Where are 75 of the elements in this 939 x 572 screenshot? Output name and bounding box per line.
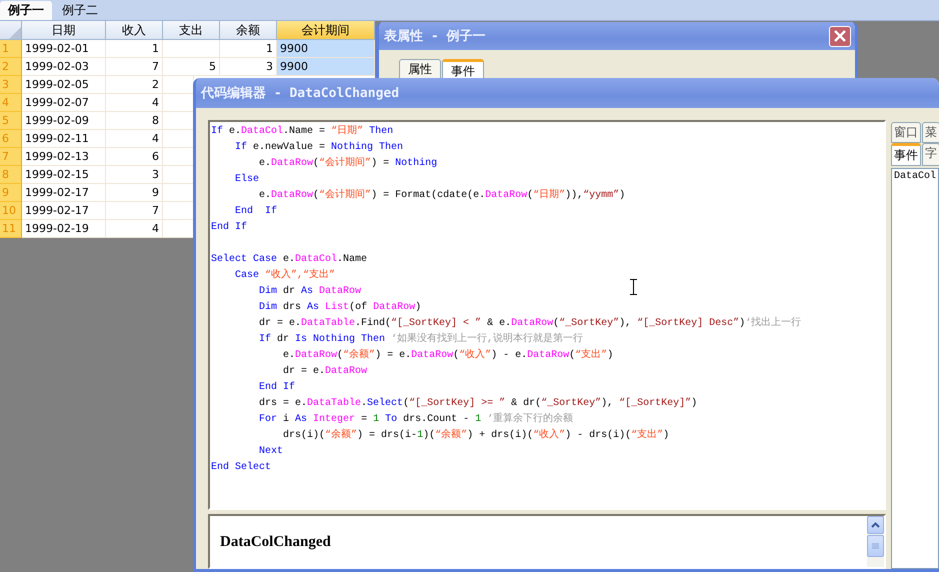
window-title: 代码编辑器 - DataColChanged <box>201 84 400 102</box>
event-list-item[interactable]: DataCol <box>894 171 938 182</box>
close-button[interactable] <box>829 26 851 46</box>
code-line: For i As Integer = 1 To drs.Count - 1 ‘重算余下行的余额 <box>258 412 574 427</box>
column-header[interactable]: 余额 <box>220 21 277 40</box>
table-cell: 1999-02-13 <box>22 148 106 166</box>
code-line: If dr Is Nothing Then ‘如果没有找到上一行,说明本行就是第一行 <box>258 332 584 347</box>
code-line: drs = e.DataTable.Select(“[_SortKey] >= ” & dr(“_SortKey”), “[_SortKey]”) <box>258 396 698 411</box>
sheet-tab[interactable]: 例子二 <box>54 1 106 20</box>
code-line: End If <box>258 380 296 395</box>
code-line: e.DataRow(“余额”) = e.DataRow(“收入”) - e.DataRow(“支出”) <box>282 348 614 363</box>
table-cell: 3 <box>106 166 163 184</box>
side-tab[interactable]: 窗口 <box>891 122 921 143</box>
code-line: If e.newValue = Nothing Then <box>234 140 404 155</box>
table-cell: 4 <box>106 220 163 238</box>
table-cell: 2 <box>106 76 163 94</box>
table-cell: 5 <box>163 58 220 76</box>
code-line: e.DataRow(“会计期间”) = Format(cdate(e.DataRow(“日期”)),“yymm”) <box>258 188 626 203</box>
code-line: dr = e.DataTable.Find(“[_SortKey] < ” & e.DataRow(“_SortKey”), “[_SortKey] Desc”)‘找出上一行 <box>258 316 802 331</box>
property-tab[interactable]: 属性 <box>399 59 441 79</box>
table-cell: 4 <box>106 94 163 112</box>
table-cell: 7 <box>106 58 163 76</box>
scroll-thumb[interactable] <box>867 535 884 557</box>
scroll-up-button[interactable] <box>867 516 884 534</box>
code-line: Dim dr As DataRow <box>258 284 362 299</box>
code-line: Else <box>234 172 260 187</box>
table-cell: 9 <box>106 184 163 202</box>
code-line: End If <box>234 204 278 219</box>
table-cell: 4 <box>106 130 163 148</box>
sheet-tab[interactable]: 例子一 <box>0 1 52 20</box>
window-title: 表属性 - 例子一 <box>384 28 486 45</box>
column-header[interactable]: 会计期间 <box>277 21 375 40</box>
table-cell: 1999-02-03 <box>22 58 106 76</box>
table-cell: 6 <box>106 148 163 166</box>
grip-icon <box>872 542 879 550</box>
code-line: dr = e.DataRow <box>282 364 368 379</box>
side-tab[interactable]: 字 <box>922 143 939 166</box>
table-cell: 9900 <box>277 58 375 76</box>
column-header[interactable]: 支出 <box>163 21 220 40</box>
side-tab[interactable]: 菜 <box>922 122 939 143</box>
table-cell: 1999-02-17 <box>22 202 106 220</box>
text-cursor-icon <box>630 279 637 295</box>
table-cell: 1999-02-07 <box>22 94 106 112</box>
code-editor[interactable] <box>208 120 886 510</box>
code-line: End Select <box>211 460 272 475</box>
code-line: drs(i)(“余额”) = drs(i-1)(“余额”) + drs(i)(“收入”) - drs(i)(“支出”) <box>282 428 670 443</box>
table-cell: 1999-02-17 <box>22 184 106 202</box>
table-cell: 1999-02-09 <box>22 112 106 130</box>
table-cell: 1999-02-05 <box>22 76 106 94</box>
code-line: e.DataRow(“会计期间”) = Nothing <box>258 156 438 171</box>
table-cell: 9900 <box>277 40 375 58</box>
chevron-up-icon <box>871 522 880 528</box>
corner-triangle-icon <box>9 27 21 39</box>
code-line: Dim drs As List(of DataRow) <box>258 300 422 315</box>
table-cell: 1999-02-01 <box>22 40 106 58</box>
code-line: End If <box>211 220 248 235</box>
table-cell: 1999-02-15 <box>22 166 106 184</box>
table-cell: 8 <box>106 112 163 130</box>
table-cell: 1999-02-11 <box>22 130 106 148</box>
close-icon <box>834 30 846 42</box>
table-cell: 1 <box>220 40 277 58</box>
table-cell: 7 <box>106 202 163 220</box>
table-cell: 3 <box>220 58 277 76</box>
side-tab[interactable]: 事件 <box>891 143 921 166</box>
property-tab[interactable]: 事件 <box>442 59 484 79</box>
code-line: Select Case e.DataCol.Name <box>211 252 368 267</box>
code-line: If e.DataCol.Name = “日期” Then <box>211 124 394 139</box>
column-header[interactable]: 日期 <box>22 21 106 40</box>
help-heading: DataColChanged <box>220 534 331 552</box>
code-line: Case “收入”,“支出” <box>234 268 336 283</box>
table-cell: 1 <box>106 40 163 58</box>
table-cell: 1999-02-19 <box>22 220 106 238</box>
column-header[interactable]: 收入 <box>106 21 163 40</box>
code-line: Next <box>258 445 284 459</box>
scrollbar[interactable] <box>867 516 884 567</box>
